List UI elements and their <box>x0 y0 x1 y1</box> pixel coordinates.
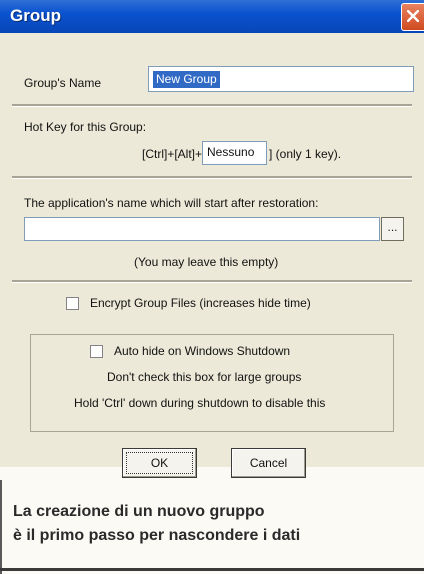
caption-line-1: La creazione di un nuovo gruppo <box>13 503 265 520</box>
separator <box>12 176 412 179</box>
hotkey-input[interactable]: Nessuno <box>202 141 267 165</box>
cancel-button[interactable]: Cancel <box>231 448 306 478</box>
separator <box>12 280 412 283</box>
auto-hide-checkbox[interactable] <box>90 345 103 358</box>
auto-hide-note-ctrl: Hold 'Ctrl' down during shutdown to disa… <box>74 396 326 410</box>
separator <box>12 104 412 107</box>
hotkey-suffix: ] (only 1 key). <box>269 147 342 161</box>
auto-hide-label[interactable]: Auto hide on Windows Shutdown <box>114 344 290 358</box>
page-rule-bottom <box>0 568 424 571</box>
title-bar[interactable]: Group <box>0 0 424 33</box>
application-hint: (You may leave this empty) <box>134 255 279 269</box>
group-name-input[interactable]: New Group <box>148 66 414 92</box>
hotkey-value: Nessuno <box>207 145 255 159</box>
application-label: The application's name which will start … <box>24 196 319 210</box>
group-dialog: Group Group's Name New Group Hot Key for… <box>0 0 424 478</box>
hotkey-label: Hot Key for this Group: <box>24 120 147 134</box>
encrypt-checkbox[interactable] <box>66 297 79 310</box>
browse-button[interactable]: ... <box>381 217 404 241</box>
ok-button[interactable]: OK <box>122 448 197 478</box>
figure-caption: La creazione di un nuovo gruppo è il pri… <box>13 500 413 548</box>
application-input[interactable] <box>24 217 380 241</box>
encrypt-label[interactable]: Encrypt Group Files (increases hide time… <box>90 296 311 310</box>
group-name-value: New Group <box>153 71 220 88</box>
caption-line-2: è il primo passo per nascondere i dati <box>13 527 301 544</box>
close-button[interactable] <box>401 3 424 31</box>
hotkey-prefix: [Ctrl]+[Alt]+[ <box>142 147 206 161</box>
group-name-label: Group's Name <box>24 76 101 90</box>
close-icon <box>407 10 419 22</box>
auto-hide-note-large-groups: Don't check this box for large groups <box>107 370 302 384</box>
window-title: Group <box>10 6 61 25</box>
page-rule-left <box>0 480 2 574</box>
